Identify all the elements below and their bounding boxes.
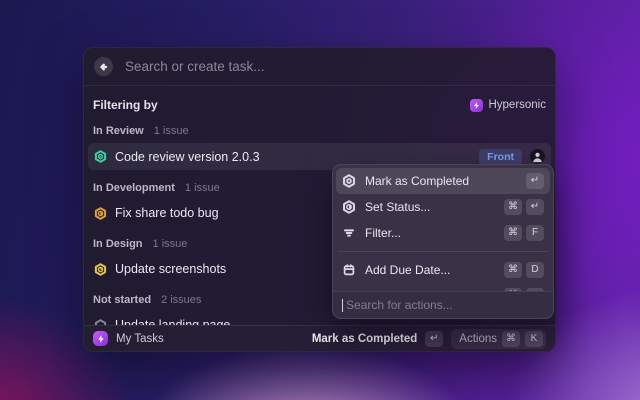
keycap-k: K — [525, 331, 543, 347]
actions-label: Actions — [459, 333, 497, 345]
workspace-name: Hypersonic — [488, 99, 546, 111]
actions-search-bar — [333, 291, 553, 318]
section-name: In Development — [93, 182, 175, 194]
menu-item-set-status[interactable]: Set Status... ⌘ ↵ — [336, 194, 550, 220]
task-app-window: Filtering by Hypersonic In Review 1 issu… — [83, 47, 556, 352]
menu-item-filter[interactable]: Filter... ⌘ F — [336, 220, 550, 246]
calendar-icon — [342, 263, 356, 277]
desktop-background: Filtering by Hypersonic In Review 1 issu… — [0, 0, 640, 400]
status-in-development-icon — [94, 207, 107, 220]
menu-item-label: Add Due Date... — [365, 263, 495, 277]
filter-row: Filtering by Hypersonic — [93, 97, 546, 113]
section-count: 1 issue — [153, 238, 188, 250]
keycap-command: ⌘ — [504, 199, 522, 215]
keycap-command: ⌘ — [504, 225, 522, 241]
keycap-return: ↵ — [526, 199, 544, 215]
section-count: 2 issues — [161, 294, 201, 306]
keycap-return: ↵ — [425, 331, 443, 347]
arrow-left-icon — [98, 61, 110, 73]
task-title: Update landing page — [115, 318, 545, 325]
workspace-badge[interactable]: Hypersonic — [470, 99, 546, 112]
text-cursor — [342, 299, 343, 312]
keycap-d: D — [526, 262, 544, 278]
keycap-command: ⌘ — [502, 331, 520, 347]
footer-bar: My Tasks Mark as Completed ↵ Actions ⌘ K — [84, 325, 555, 351]
actions-menu-button[interactable]: Actions ⌘ K — [451, 329, 546, 349]
menu-item-mark-as-completed[interactable]: Mark as Completed ↵ — [336, 168, 550, 194]
section-name: Not started — [93, 294, 151, 306]
status-in-review-icon — [94, 150, 107, 163]
section-count: 1 issue — [185, 182, 220, 194]
my-tasks-lightning-bolt-icon — [93, 331, 108, 346]
actions-search-input[interactable] — [344, 297, 544, 313]
menu-item-label: Mark as Completed — [365, 174, 517, 188]
keycap-f: F — [526, 225, 544, 241]
menu-item-label: Filter... — [365, 226, 495, 240]
section-count: 1 issue — [154, 125, 189, 137]
front-tag-badge[interactable]: Front — [479, 149, 522, 165]
back-button[interactable] — [94, 57, 113, 76]
keycap-return: ↵ — [526, 173, 544, 189]
assignee-avatar[interactable] — [530, 149, 545, 164]
completed-icon — [342, 174, 356, 188]
menu-item-add-due-date[interactable]: Add Due Date... ⌘ D — [336, 257, 550, 283]
status-icon — [342, 200, 356, 214]
context-menu: Mark as Completed ↵ Set Status... ⌘ ↵ — [332, 164, 554, 319]
footer-workspace-label: My Tasks — [116, 333, 304, 345]
context-menu-list: Mark as Completed ↵ Set Status... ⌘ ↵ — [333, 165, 553, 291]
task-search-input[interactable] — [123, 58, 545, 75]
section-name: In Review — [93, 125, 144, 137]
keycap-command: ⌘ — [504, 262, 522, 278]
footer-primary-action[interactable]: Mark as Completed — [312, 333, 417, 345]
search-header — [84, 48, 555, 86]
menu-item-label: Set Status... — [365, 200, 495, 214]
menu-divider — [338, 251, 548, 252]
menu-item-add-label[interactable]: Add Label... ⌘ L — [336, 283, 550, 291]
lightning-bolt-icon — [470, 99, 483, 112]
section-header-in-review: In Review 1 issue — [93, 125, 546, 138]
task-title: Code review version 2.0.3 — [115, 150, 471, 164]
status-in-design-icon — [94, 263, 107, 276]
filter-icon — [342, 226, 356, 240]
section-name: In Design — [93, 238, 143, 250]
filtering-by-label: Filtering by — [93, 98, 158, 112]
